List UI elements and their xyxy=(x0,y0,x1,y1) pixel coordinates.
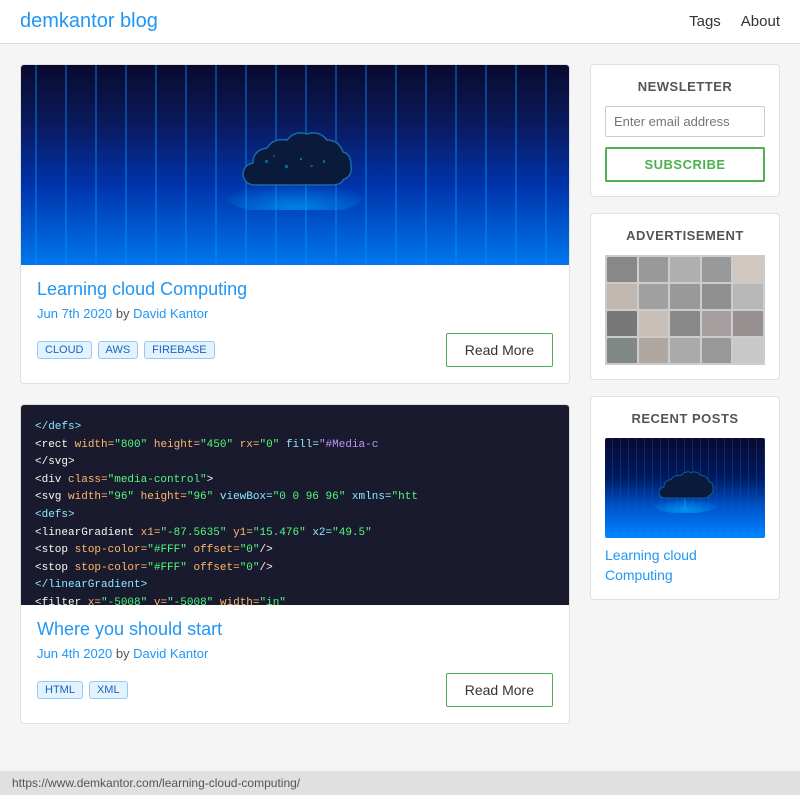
post-2-author[interactable]: David Kantor xyxy=(133,646,208,661)
code-display: </defs> <rect width="800" height="450" r… xyxy=(35,419,418,605)
post-card-1: Learning cloud Computing Jun 7th 2020 by… xyxy=(20,64,570,384)
post-1-read-more[interactable]: Read More xyxy=(446,333,553,367)
ad-cell xyxy=(733,338,763,363)
post-2-footer: HTML XML Read More xyxy=(37,673,553,707)
ad-collage xyxy=(605,255,765,365)
post-2-meta: Jun 4th 2020 by David Kantor xyxy=(37,646,553,661)
ad-cell xyxy=(702,338,732,363)
post-2-date: Jun 4th 2020 xyxy=(37,646,112,661)
tag-cloud[interactable]: CLOUD xyxy=(37,341,92,359)
ad-cell xyxy=(607,284,637,309)
tag-html[interactable]: HTML xyxy=(37,681,83,699)
ad-cell xyxy=(639,284,669,309)
newsletter-widget: NEWSLETTER SUBSCRIBE xyxy=(590,64,780,197)
status-bar: https://www.demkantor.com/learning-cloud… xyxy=(0,771,800,795)
post-2-tags: HTML XML xyxy=(37,681,128,699)
post-1-image xyxy=(21,65,569,265)
ad-cell xyxy=(639,338,669,363)
status-url: https://www.demkantor.com/learning-cloud… xyxy=(12,776,300,790)
post-1-body: Learning cloud Computing Jun 7th 2020 by… xyxy=(21,265,569,383)
post-2-image: </defs> <rect width="800" height="450" r… xyxy=(21,405,569,605)
recent-cloud-image xyxy=(605,438,765,538)
post-2-by: by xyxy=(116,646,133,661)
main-nav: Tags About xyxy=(689,13,780,30)
ad-cell xyxy=(670,338,700,363)
sidebar: NEWSLETTER SUBSCRIBE ADVERTISEMENT xyxy=(590,64,780,724)
tag-aws[interactable]: AWS xyxy=(98,341,139,359)
site-header: demkantor blog Tags About xyxy=(0,0,800,44)
ad-cell xyxy=(733,311,763,336)
post-1-tags: CLOUD AWS FIREBASE xyxy=(37,341,215,359)
recent-post-thumb-1 xyxy=(605,438,765,538)
ad-cell xyxy=(639,311,669,336)
advertisement-widget: ADVERTISEMENT xyxy=(590,213,780,380)
ad-cell xyxy=(670,311,700,336)
post-1-title[interactable]: Learning cloud Computing xyxy=(37,279,553,300)
post-2-body: Where you should start Jun 4th 2020 by D… xyxy=(21,605,569,723)
advertisement-image xyxy=(605,255,765,365)
ad-cell xyxy=(702,311,732,336)
ad-cell xyxy=(702,284,732,309)
post-1-date: Jun 7th 2020 xyxy=(37,306,112,321)
advertisement-title: ADVERTISEMENT xyxy=(605,228,765,243)
tag-xml[interactable]: XML xyxy=(89,681,128,699)
post-1-by: by xyxy=(116,306,133,321)
nav-tags[interactable]: Tags xyxy=(689,13,721,30)
recent-posts-title: RECENT POSTS xyxy=(605,411,765,426)
post-card-2: </defs> <rect width="800" height="450" r… xyxy=(20,404,570,724)
post-1-footer: CLOUD AWS FIREBASE Read More xyxy=(37,333,553,367)
ad-cell xyxy=(733,257,763,282)
post-2-title[interactable]: Where you should start xyxy=(37,619,553,640)
recent-post-title-1[interactable]: Learning cloud Computing xyxy=(605,546,765,585)
recent-posts-widget: RECENT POSTS xyxy=(590,396,780,600)
newsletter-title: NEWSLETTER xyxy=(605,79,765,94)
post-1-author[interactable]: David Kantor xyxy=(133,306,208,321)
nav-about[interactable]: About xyxy=(741,13,780,30)
ad-cell xyxy=(702,257,732,282)
content-area: Learning cloud Computing Jun 7th 2020 by… xyxy=(20,64,570,724)
ad-cell xyxy=(670,257,700,282)
main-layout: Learning cloud Computing Jun 7th 2020 by… xyxy=(0,44,800,744)
ad-cell xyxy=(733,284,763,309)
ad-cell xyxy=(670,284,700,309)
ad-cell xyxy=(607,311,637,336)
post-1-meta: Jun 7th 2020 by David Kantor xyxy=(37,306,553,321)
ad-cell xyxy=(607,338,637,363)
ad-cell xyxy=(607,257,637,282)
tag-firebase[interactable]: FIREBASE xyxy=(144,341,214,359)
ad-cell xyxy=(639,257,669,282)
post-2-read-more[interactable]: Read More xyxy=(446,673,553,707)
newsletter-email-input[interactable] xyxy=(605,106,765,137)
site-logo[interactable]: demkantor blog xyxy=(20,10,158,33)
subscribe-button[interactable]: SUBSCRIBE xyxy=(605,147,765,182)
